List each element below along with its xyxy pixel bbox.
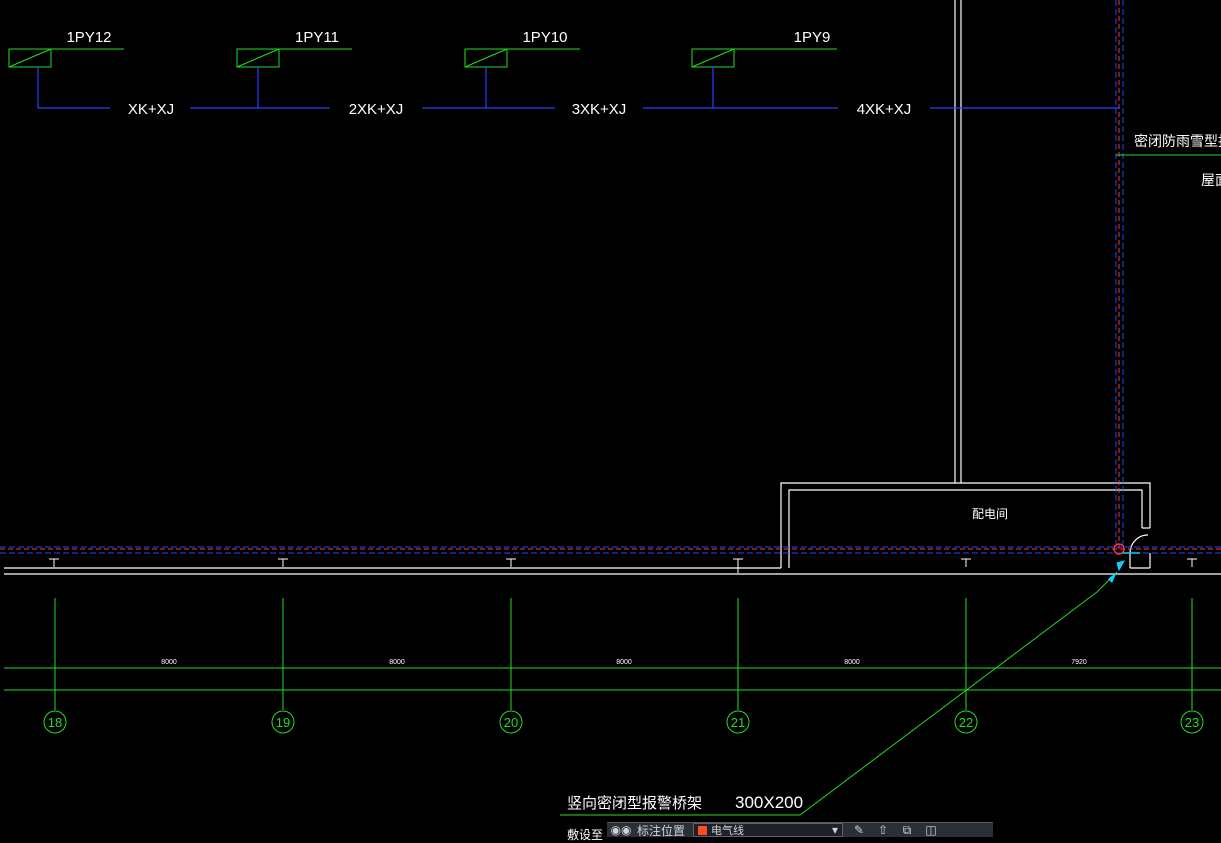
axis-label: 20	[504, 715, 518, 730]
bottom-partial-label: 敷设至	[567, 828, 604, 842]
edit-icon[interactable]: ✎	[851, 824, 867, 836]
axis-bubbles	[43, 710, 1204, 734]
panel-symbols	[8, 48, 837, 68]
cable-label: 4XK+XJ	[857, 101, 912, 118]
cad-drawing-canvas[interactable]: 18 19 20 21 22 23 8000 8000 8000 8000 79…	[0, 0, 1221, 837]
tray-size: 300X200	[735, 793, 803, 812]
tray-leader	[560, 571, 1118, 816]
room-label: 配电间	[972, 507, 1008, 521]
export-icon[interactable]: ⇧	[875, 824, 891, 836]
dimension-text: 8000	[161, 659, 177, 666]
dimension-text: 8000	[616, 659, 632, 666]
dimension-text: 8000	[844, 659, 860, 666]
axis-label: 22	[959, 715, 973, 730]
right-annotation: 密闭防雨雪型报警桥 屋面	[1116, 133, 1221, 188]
vertical-wall	[954, 0, 962, 483]
panel-label: 1PY12	[66, 29, 111, 46]
layer-select-value: 电气线	[711, 825, 745, 837]
panel-label: 1PY10	[522, 29, 567, 46]
room-outline	[780, 482, 1151, 569]
panel-label: 1PY9	[794, 29, 831, 46]
cable-label: 3XK+XJ	[572, 101, 627, 118]
database-icon[interactable]: ◫	[923, 824, 939, 836]
copy-icon[interactable]: ⧉	[899, 824, 915, 836]
glasses-icon[interactable]: ◉◉	[611, 824, 632, 836]
axis-label: 21	[731, 715, 745, 730]
tray-annotation-top: 密闭防雨雪型报警桥	[1134, 133, 1221, 149]
cable-label: 2XK+XJ	[349, 101, 404, 118]
cable-label: XK+XJ	[128, 101, 174, 118]
chevron-down-icon: ▾	[831, 823, 839, 837]
axis-grid-lines	[4, 598, 1221, 710]
panel-label: 1PY11	[295, 29, 339, 46]
roof-annotation: 屋面	[1201, 172, 1221, 188]
tray-label: 竖向密闭型报警桥架	[567, 795, 702, 812]
toolbar-label: 标注位置	[637, 823, 686, 838]
axis-label: 19	[276, 715, 290, 730]
vertical-tray-lines	[1113, 0, 1140, 572]
floating-toolbar: ◉◉ 标注位置 电气线 ▾ ✎ ⇧ ⧉ ◫	[607, 822, 993, 837]
axis-label: 23	[1185, 715, 1199, 730]
beam-tick-markers	[49, 558, 1197, 573]
dimension-text: 8000	[389, 659, 405, 666]
dimension-text: 7920	[1071, 659, 1087, 666]
layer-select[interactable]: 电气线 ▾	[693, 823, 844, 837]
layer-color-swatch	[698, 825, 708, 835]
axis-label: 18	[48, 715, 62, 730]
beam-lines	[0, 546, 1221, 575]
